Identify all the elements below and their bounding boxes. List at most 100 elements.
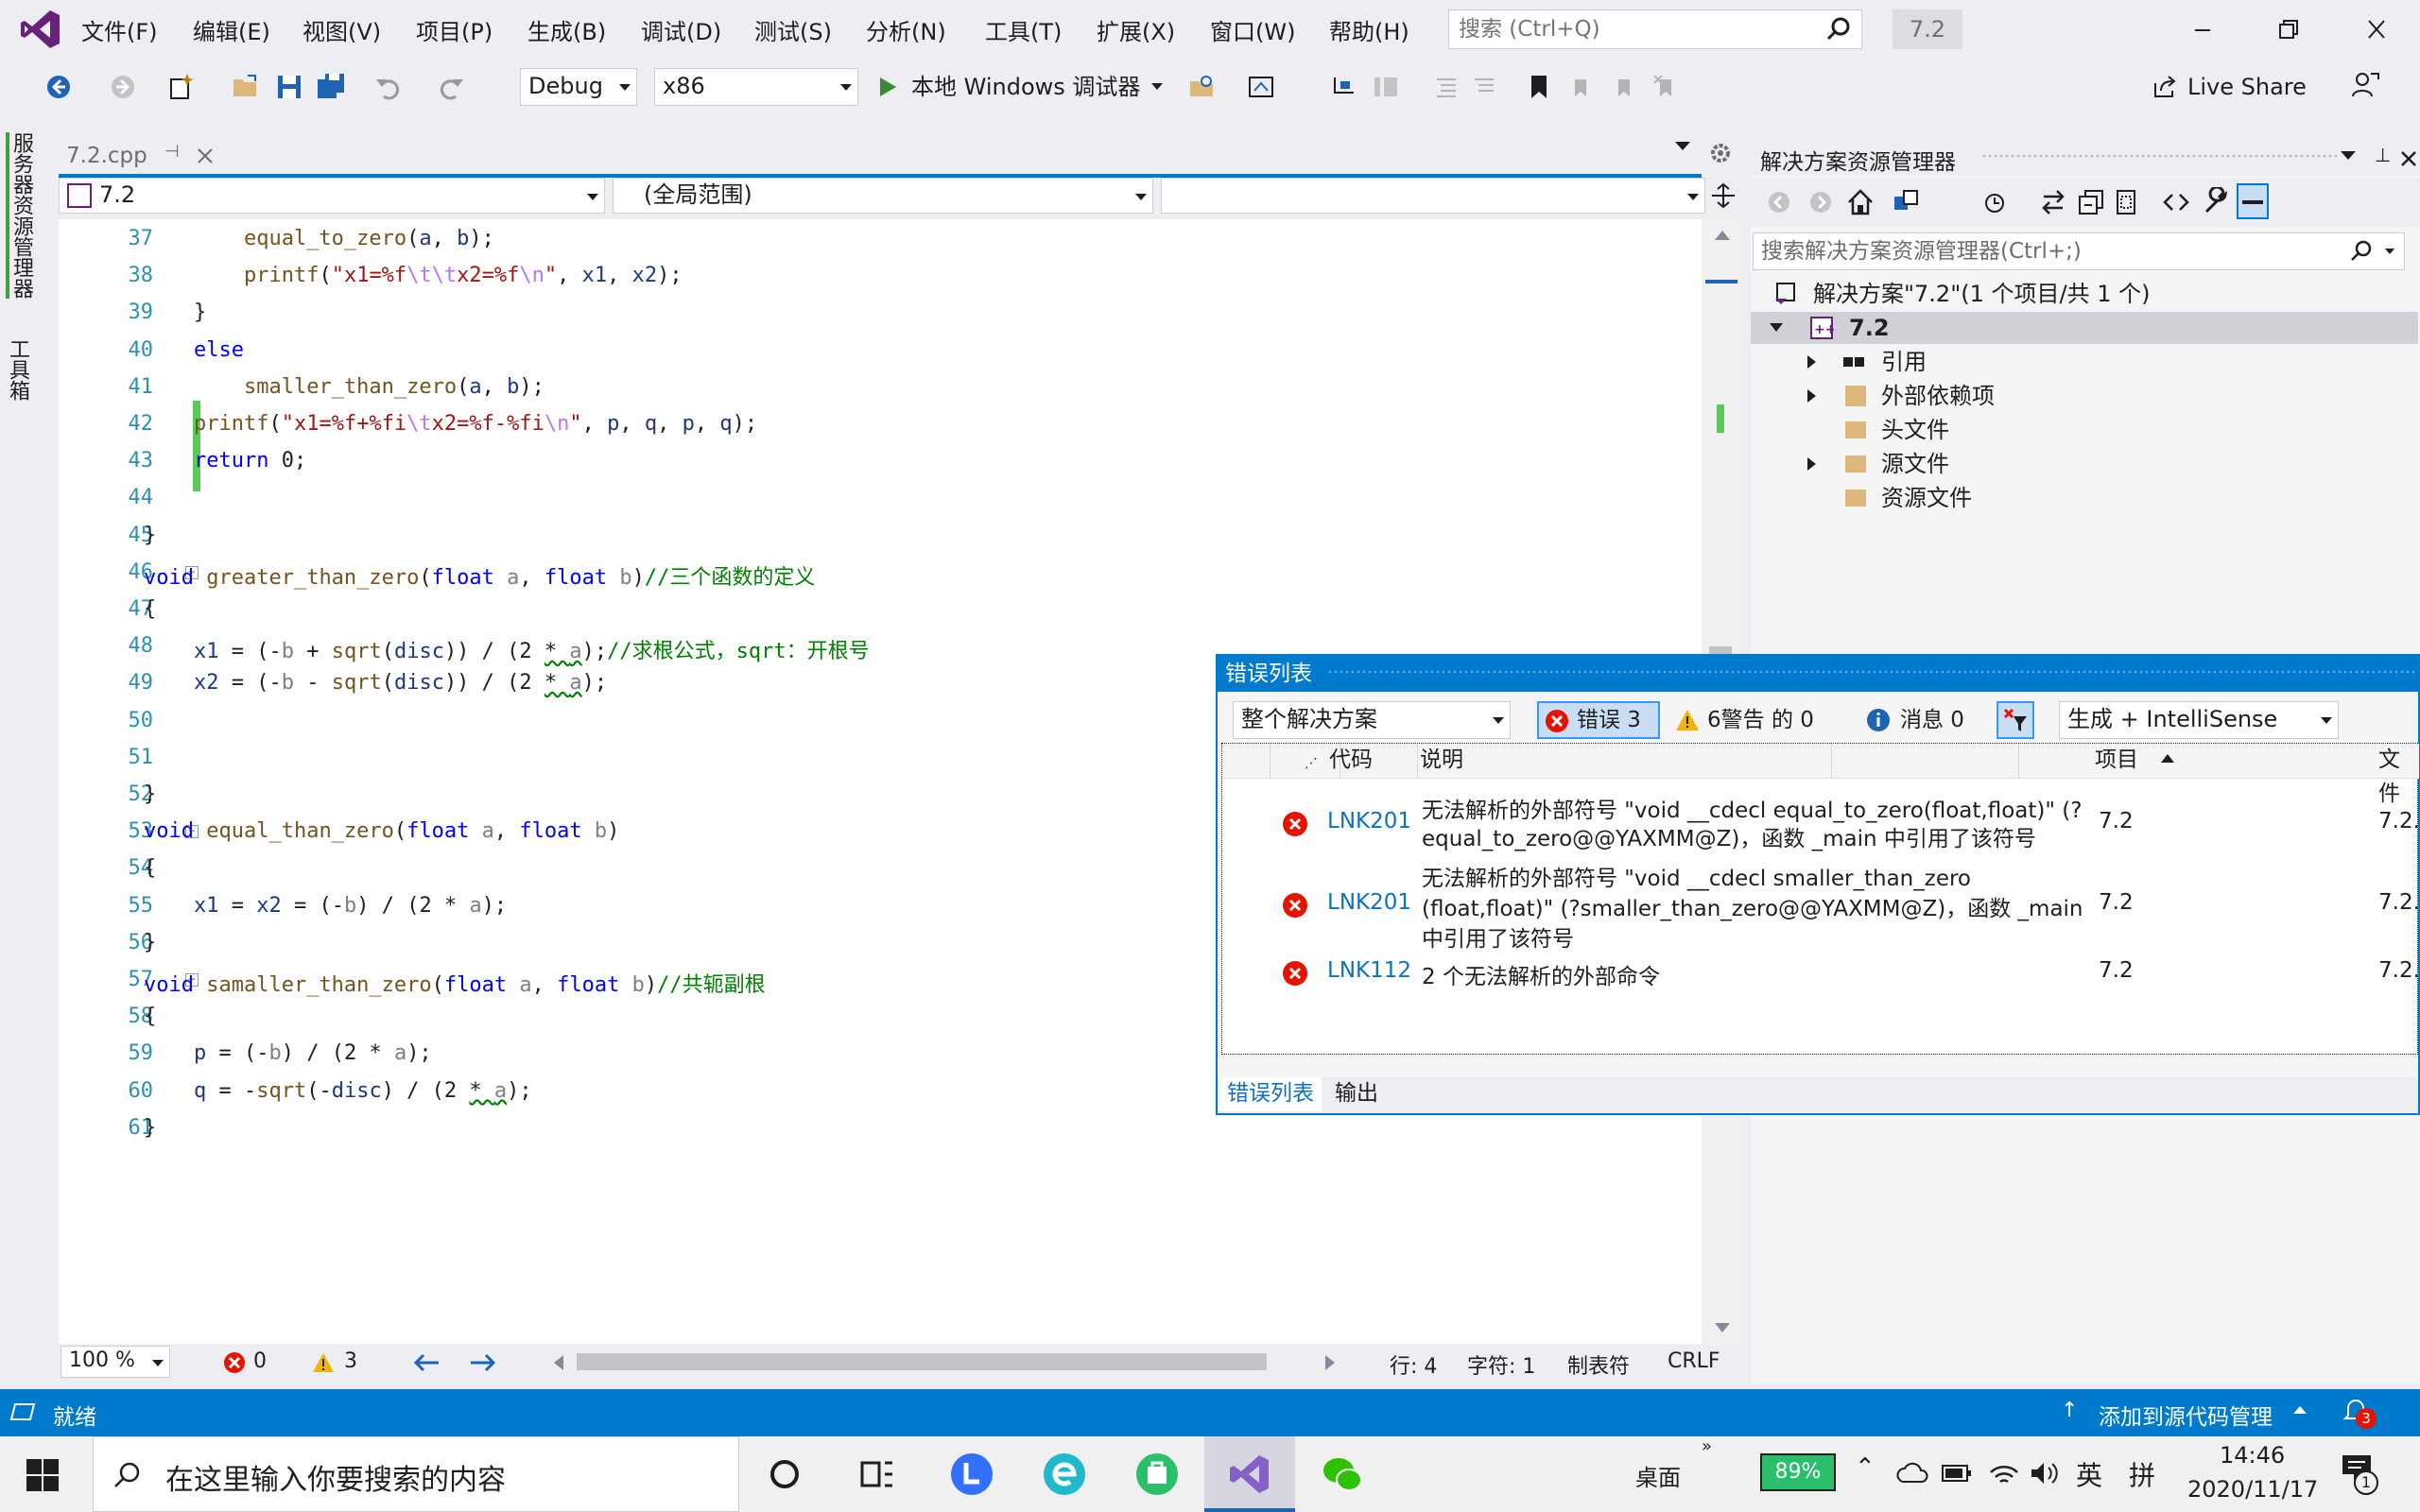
battery-widget[interactable]: 89%	[1760, 1453, 1836, 1491]
zoom-select[interactable]: 100 %	[60, 1346, 170, 1378]
tree-project-node[interactable]: ++ 7.2	[1751, 312, 2418, 344]
close-tab-icon[interactable]	[195, 146, 216, 166]
server-explorer-tab[interactable]: 服务器资源管理器	[6, 132, 36, 299]
task-view-icon[interactable]	[855, 1452, 900, 1497]
tree-references-node[interactable]: 引用	[1751, 346, 2418, 378]
comment-out-icon[interactable]	[1431, 72, 1461, 102]
tree-external-deps-node[interactable]: 外部依赖项	[1751, 380, 2418, 412]
build-intellisense-filter-button[interactable]	[1996, 701, 2034, 739]
tree-resources-node[interactable]: 资源文件	[1751, 482, 2418, 514]
wifi-icon[interactable]	[1989, 1459, 2019, 1487]
column-header-description[interactable]: 说明	[1420, 743, 1463, 777]
pin-icon[interactable]: ⊥	[2375, 144, 2391, 166]
undo-icon[interactable]	[372, 72, 403, 102]
clock-time[interactable]: 14:46	[2220, 1442, 2285, 1469]
menu-help[interactable]: 帮助(H)	[1329, 13, 1409, 46]
store-bag-icon[interactable]	[1134, 1452, 1180, 1497]
menu-debug[interactable]: 调试(D)	[641, 13, 721, 46]
build-source-select[interactable]: 生成 + IntelliSense	[2059, 701, 2339, 739]
properties-wrench-icon[interactable]	[2201, 187, 2231, 217]
quick-search-input[interactable]	[1449, 10, 1820, 48]
window-position-chevron-icon[interactable]	[2341, 151, 2356, 160]
next-bookmark-icon[interactable]	[1609, 72, 1639, 102]
messages-filter-button[interactable]: 消息 0	[1866, 701, 1989, 739]
output-window-icon[interactable]	[9, 1400, 36, 1423]
visual-studio-taskbar-button[interactable]	[1204, 1436, 1295, 1512]
menu-view[interactable]: 视图(V)	[302, 13, 381, 46]
search-icon[interactable]	[2349, 239, 2374, 264]
close-panel-icon[interactable]	[2399, 149, 2418, 168]
menu-project[interactable]: 项目(P)	[416, 13, 493, 46]
line-indicator[interactable]: 行: 4	[1390, 1349, 1437, 1380]
wechat-icon[interactable]	[1320, 1452, 1365, 1497]
restore-icon[interactable]	[2259, 9, 2316, 51]
menu-window[interactable]: 窗口(W)	[1210, 13, 1295, 46]
cortana-icon[interactable]	[762, 1452, 807, 1497]
quick-search-box[interactable]	[1448, 9, 1862, 49]
sync-active-document-icon[interactable]	[2038, 187, 2068, 217]
tab-output[interactable]: 输出	[1335, 1077, 1410, 1111]
line-ending-indicator[interactable]: CRLF	[1668, 1349, 1720, 1373]
arrow-left-icon[interactable]	[412, 1351, 441, 1374]
error-code-link[interactable]: LNK2019	[1327, 890, 1412, 915]
preview-selected-items-button[interactable]	[2237, 183, 2269, 219]
error-count[interactable]: 0	[253, 1349, 267, 1373]
minimize-icon[interactable]	[2174, 9, 2231, 51]
clear-bookmarks-icon[interactable]	[1651, 72, 1681, 102]
indentation-indicator[interactable]: 制表符	[1567, 1349, 1630, 1380]
save-icon[interactable]	[274, 72, 304, 102]
scroll-up-icon[interactable]	[1715, 231, 1730, 240]
chevron-down-icon[interactable]	[2385, 249, 2394, 254]
pin-icon[interactable]: ⊣	[164, 142, 180, 162]
menu-build[interactable]: 生成(B)	[527, 13, 606, 46]
tab-error-list[interactable]: 错误列表	[1219, 1077, 1322, 1111]
windows-start-icon[interactable]	[26, 1459, 59, 1491]
volume-icon[interactable]	[2029, 1459, 2059, 1487]
clock-date[interactable]: 2020/11/17	[2187, 1476, 2318, 1503]
feedback-icon[interactable]	[2350, 70, 2380, 100]
menu-extensions[interactable]: 扩展(X)	[1097, 13, 1175, 46]
error-row[interactable]: LNK1120 2 个无法解析的外部命令 7.2 7.2.	[1218, 956, 2420, 990]
taskbar-search-box[interactable]: 在这里输入你要搜索的内容	[93, 1436, 739, 1512]
error-scope-select[interactable]: 整个解决方案	[1233, 701, 1511, 739]
project-nav-select[interactable]: 7.2	[59, 178, 605, 214]
open-file-icon[interactable]	[231, 72, 261, 102]
step-over-icon[interactable]	[1371, 72, 1401, 102]
char-indicator[interactable]: 字符: 1	[1467, 1349, 1535, 1380]
error-row[interactable]: LNK2019 无法解析的外部符号 "void __cdecl equal_to…	[1218, 788, 2420, 860]
back-icon[interactable]	[1764, 187, 1794, 217]
collapse-all-icon[interactable]	[2076, 187, 2106, 217]
scroll-right-icon[interactable]	[1325, 1355, 1335, 1370]
close-icon[interactable]	[2348, 9, 2405, 51]
input-mode-indicator[interactable]: 拼	[2129, 1455, 2155, 1493]
menu-tools[interactable]: 工具(T)	[985, 13, 1062, 46]
menu-test[interactable]: 测试(S)	[754, 13, 832, 46]
input-language-indicator[interactable]: 英	[2076, 1455, 2102, 1493]
scroll-down-icon[interactable]	[1715, 1323, 1730, 1332]
tree-headers-node[interactable]: 头文件	[1751, 414, 2418, 446]
column-header-project[interactable]: 项目	[2095, 743, 2138, 777]
tab-overflow-chevron-icon[interactable]	[1675, 142, 1690, 150]
tree-sources-node[interactable]: 源文件	[1751, 448, 2418, 480]
menu-edit[interactable]: 编辑(E)	[193, 13, 270, 46]
column-header-code[interactable]: 代码	[1329, 743, 1373, 777]
toolbox-tab[interactable]: 工具箱	[6, 338, 32, 401]
collapsed-chevron-icon[interactable]	[1807, 389, 1816, 403]
scope-nav-select[interactable]: (全局范围)	[613, 178, 1153, 214]
notifications-button[interactable]: 3	[2342, 1397, 2377, 1431]
menu-analyze[interactable]: 分析(N)	[866, 13, 946, 46]
settings-gear-icon[interactable]	[1707, 140, 1734, 166]
back-icon[interactable]	[43, 72, 74, 102]
platform-select[interactable]: x86	[654, 68, 858, 106]
search-icon[interactable]	[1825, 16, 1852, 43]
expanded-chevron-icon[interactable]	[1770, 323, 1783, 332]
save-all-icon[interactable]	[316, 72, 346, 102]
warnings-filter-button[interactable]: 6警告 的 0	[1675, 701, 1826, 739]
lark-app-icon[interactable]	[949, 1452, 994, 1497]
redo-icon[interactable]	[437, 72, 467, 102]
solution-explorer-search[interactable]: 搜索解决方案资源管理器(Ctrl+;)	[1753, 232, 2405, 270]
switch-views-icon[interactable]	[1891, 187, 1921, 217]
prev-bookmark-icon[interactable]	[1567, 72, 1598, 102]
step-into-icon[interactable]	[1329, 72, 1359, 102]
document-tab-7-2-cpp[interactable]: 7.2.cpp ⊣	[60, 138, 231, 176]
